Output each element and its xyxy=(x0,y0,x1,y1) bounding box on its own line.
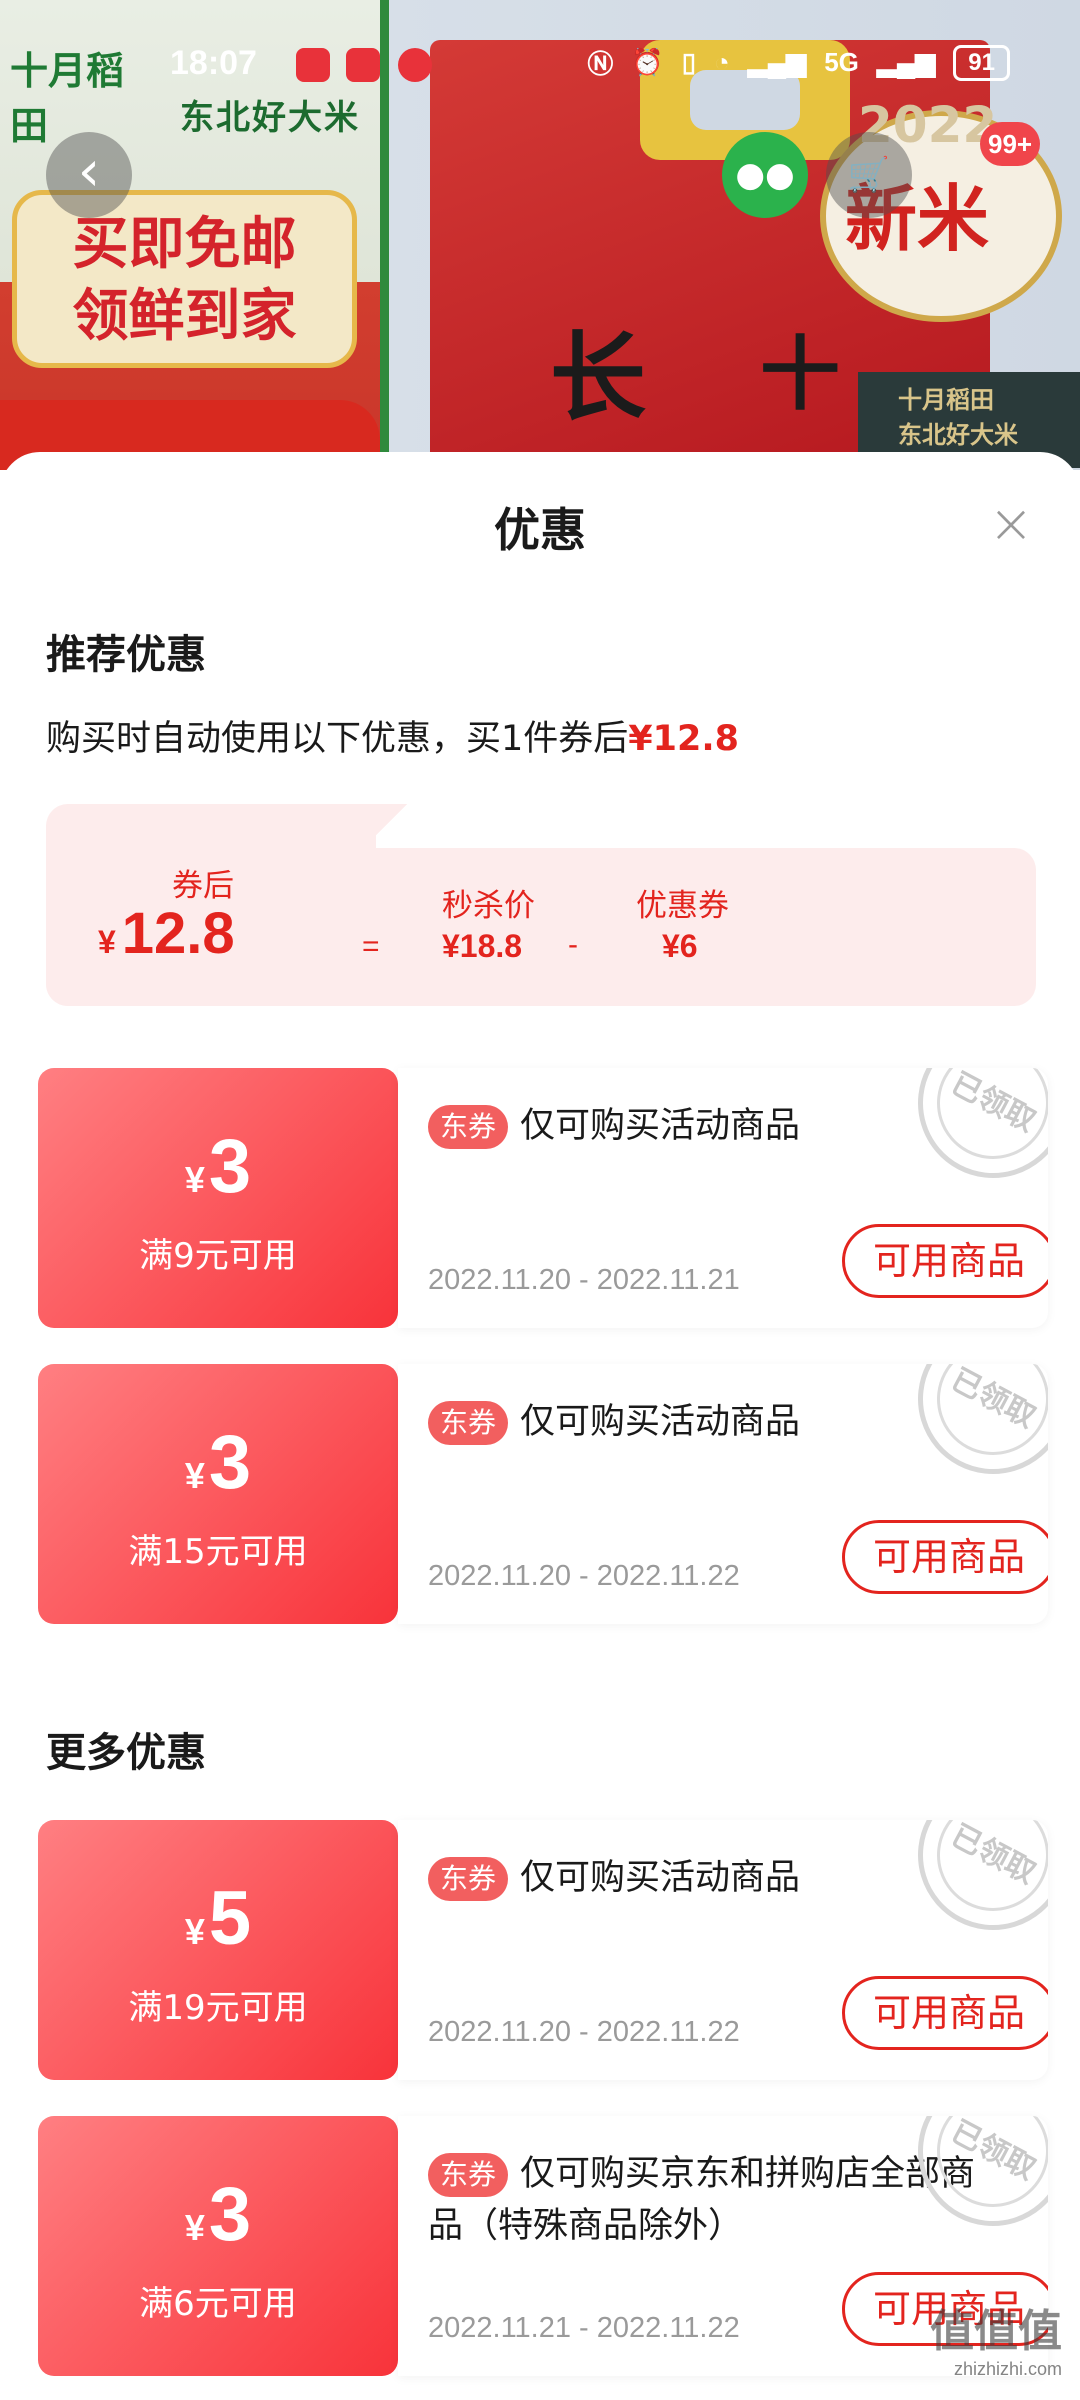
coupon-currency: ¥ xyxy=(184,1455,205,1496)
coupon-description-text: 仅可购买活动商品 xyxy=(520,1858,801,1898)
status-right: Ⓝ ⏰ ▯ ◔ ▂▄▆ 5G ▂▄▆ 91 xyxy=(587,44,1010,81)
coupon-amount-value: 3 xyxy=(208,1124,252,1209)
coupon-tag: 东券 xyxy=(428,1857,509,1901)
coupon-amount-value: 3 xyxy=(208,1420,252,1505)
coupon-info-panel: 东券 仅可购买活动商品 2022.11.20 - 2022.11.21 可用商品 … xyxy=(398,1068,1048,1328)
wechat-share-button[interactable]: ●● xyxy=(722,132,808,218)
coupon-value-panel: ¥5 满19元可用 xyxy=(38,1820,398,2080)
promo-badge: 买即免邮 领鲜到家 xyxy=(12,190,357,368)
minus-sign: - xyxy=(568,928,578,961)
calc-tab-slant xyxy=(322,804,432,864)
claimed-stamp-text: 已领取 xyxy=(917,1364,1048,1475)
coupon-label: 优惠券 xyxy=(636,888,729,924)
coupon-tag: 东券 xyxy=(428,2153,509,2197)
alarm-icon: ⏰ xyxy=(631,47,664,77)
after-coupon-label: 券后 xyxy=(172,868,234,904)
status-bar: 18:07 Ⓝ ⏰ ▯ ◔ ▂▄▆ 5G ▂▄▆ 91 xyxy=(0,44,1080,90)
coupon-value-panel: ¥3 满15元可用 xyxy=(38,1364,398,1624)
status-time: 18:07 xyxy=(170,44,257,82)
notification-icon xyxy=(398,48,432,82)
coupon-condition: 满9元可用 xyxy=(139,1236,297,1276)
network-type: 5G xyxy=(824,47,859,77)
coupon-currency: ¥ xyxy=(184,1911,205,1952)
signal-icon: ▂▄▆ xyxy=(876,47,936,77)
battery-icon: 91 xyxy=(953,44,1010,81)
available-products-button[interactable]: 可用商品 xyxy=(842,1976,1048,2050)
coupon-description-text: 仅可购买活动商品 xyxy=(520,1106,801,1146)
coupon-condition: 满19元可用 xyxy=(128,1988,308,2028)
coupon-date: 2022.11.21 - 2022.11.22 xyxy=(428,2312,740,2344)
close-button[interactable]: × xyxy=(976,492,1046,562)
wechat-icon: ●● xyxy=(735,155,795,195)
section-title-more: 更多优惠 xyxy=(46,1730,206,1776)
nfc-icon: Ⓝ xyxy=(587,49,614,79)
available-products-button[interactable]: 可用商品 xyxy=(842,1520,1048,1594)
coupon-date: 2022.11.20 - 2022.11.21 xyxy=(428,1264,740,1296)
price-calculation: 券后 ¥12.8 = 秒杀价 ¥18.8 - 优惠券 ¥6 xyxy=(46,804,1036,1006)
coupon-description-text: 仅可购买活动商品 xyxy=(520,1402,801,1442)
coupon-value-panel: ¥3 满6元可用 xyxy=(38,2116,398,2376)
cart-badge: 99+ xyxy=(980,122,1041,166)
back-button[interactable]: ‹ xyxy=(46,132,132,218)
claimed-stamp-text: 已领取 xyxy=(917,1068,1048,1179)
bag-char-1: 长 xyxy=(550,321,646,434)
coupon-date: 2022.11.20 - 2022.11.22 xyxy=(428,1560,740,1592)
coupon-date: 2022.11.20 - 2022.11.22 xyxy=(428,2016,740,2048)
coupon-card: ¥5 满19元可用 东券 仅可购买活动商品 2022.11.20 - 2022.1… xyxy=(38,1820,1048,2080)
claimed-stamp-text: 已领取 xyxy=(917,1820,1048,1931)
description-text: 购买时自动使用以下优惠，买1件券后 xyxy=(46,719,629,759)
flash-price-label: 秒杀价 xyxy=(442,888,535,924)
coupon-condition: 满15元可用 xyxy=(128,1532,308,1572)
watermark-url: zhizhizhi.com xyxy=(953,2359,1062,2379)
chevron-left-icon: ‹ xyxy=(77,139,101,204)
coupon-currency: ¥ xyxy=(184,2207,205,2248)
after-coupon-value: 12.8 xyxy=(121,901,235,966)
signal-icon: ▂▄▆ xyxy=(747,47,807,77)
equals-sign: = xyxy=(362,930,380,963)
recommended-description: 购买时自动使用以下优惠，买1件券后¥12.8 xyxy=(46,710,739,761)
close-icon: × xyxy=(988,492,1034,555)
sheet-title: 优惠 xyxy=(494,503,586,557)
coupon-tag: 东券 xyxy=(428,1401,509,1445)
watermark-main: 值值值 xyxy=(930,2306,1062,2357)
section-title-recommended: 推荐优惠 xyxy=(46,632,206,678)
coupon-card: ¥3 满9元可用 东券 仅可购买活动商品 2022.11.20 - 2022.11… xyxy=(38,1068,1048,1328)
coupon-amount: ¥3 xyxy=(38,2172,398,2271)
description-price: ¥12.8 xyxy=(628,719,739,759)
coupon-amount: ¥3 xyxy=(38,1420,398,1519)
coupon-info-panel: 东券 仅可购买活动商品 2022.11.20 - 2022.11.22 可用商品 … xyxy=(398,1364,1048,1624)
flash-price-value: ¥18.8 xyxy=(442,928,523,964)
coupon-amount: ¥5 xyxy=(38,1876,398,1975)
notification-icon xyxy=(296,48,330,82)
coupon-card: ¥3 满15元可用 东券 仅可购买活动商品 2022.11.20 - 2022.1… xyxy=(38,1364,1048,1624)
coupon-sheet: 优惠 × 推荐优惠 购买时自动使用以下优惠，买1件券后¥12.8 券后 ¥12.… xyxy=(0,452,1080,2400)
coupon-card: ¥3 满6元可用 东券 仅可购买京东和拼购店全部商品（特殊商品除外） 2022.1… xyxy=(38,2116,1048,2376)
site-watermark: 值值值 zhizhizhi.com xyxy=(930,2295,1062,2380)
promo-line-2: 领鲜到家 xyxy=(72,284,297,349)
brand-tagline: 东北好大米 xyxy=(180,98,360,138)
cart-button[interactable]: 🛒 xyxy=(826,132,912,218)
after-coupon-currency: ¥ xyxy=(98,924,116,960)
coupon-description-text: 仅可购买京东和拼购店全部商品（特殊商品除外） xyxy=(428,2154,976,2246)
coupon-amount: ¥3 xyxy=(38,1124,398,1223)
promo-line-1: 买即免邮 xyxy=(72,212,297,277)
mini-card-line-1: 十月稻田 xyxy=(898,386,994,414)
available-products-button[interactable]: 可用商品 xyxy=(842,1224,1048,1298)
wifi-icon: ◔ xyxy=(714,47,730,77)
vibrate-icon: ▯ xyxy=(681,47,697,77)
coupon-amount-value: 5 xyxy=(208,1876,252,1961)
coupon-value: ¥6 xyxy=(662,928,698,964)
cart-icon: 🛒 xyxy=(847,155,891,195)
coupon-tag: 东券 xyxy=(428,1105,509,1149)
coupon-info-panel: 东券 仅可购买活动商品 2022.11.20 - 2022.11.22 可用商品 … xyxy=(398,1820,1048,2080)
coupon-condition: 满6元可用 xyxy=(139,2284,297,2324)
coupon-currency: ¥ xyxy=(184,1159,205,1200)
coupon-value-panel: ¥3 满9元可用 xyxy=(38,1068,398,1328)
notification-icon xyxy=(346,48,380,82)
mini-card-line-2: 东北好大米 xyxy=(898,421,1018,449)
bag-char-2: 十 xyxy=(760,327,840,421)
after-coupon-price: ¥12.8 xyxy=(98,900,235,967)
coupon-amount-value: 3 xyxy=(208,2172,252,2257)
